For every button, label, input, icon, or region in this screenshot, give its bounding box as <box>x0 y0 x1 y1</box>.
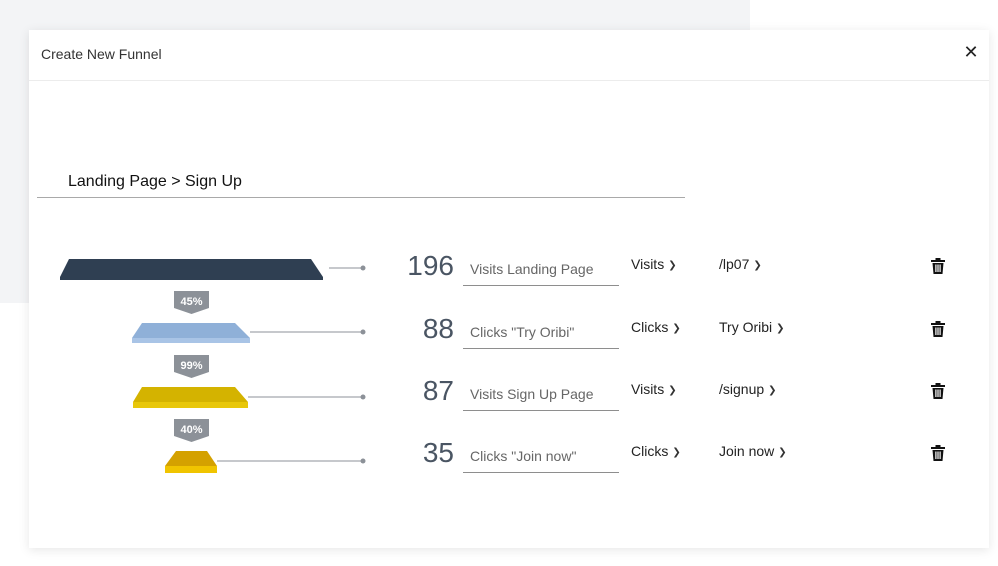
target-dropdown[interactable]: Join now ❯ <box>719 443 787 459</box>
metric-dropdown-label: Clicks <box>631 443 669 459</box>
chevron-down-icon: ❯ <box>753 260 762 271</box>
chevron-down-icon: ❯ <box>672 323 681 334</box>
target-dropdown[interactable]: Try Oribi ❯ <box>719 319 785 335</box>
target-dropdown-label: /signup <box>719 381 765 397</box>
chevron-down-icon: ❯ <box>672 447 681 458</box>
funnel-step-row: 88 Clicks❯ Try Oribi❯ <box>29 307 989 357</box>
chevron-down-icon: ❯ <box>778 447 787 458</box>
chevron-down-icon: ❯ <box>776 323 785 334</box>
step-label-input[interactable] <box>463 252 619 286</box>
metric-dropdown[interactable]: Clicks ❯ <box>631 319 681 335</box>
step-label-input[interactable] <box>463 315 619 349</box>
metric-dropdown[interactable]: Clicks ❯ <box>631 443 681 459</box>
chevron-down-icon: ❯ <box>668 385 677 396</box>
step-count: 35 <box>422 437 454 468</box>
target-dropdown-label: Try Oribi <box>719 319 773 335</box>
target-dropdown-label: /lp07 <box>719 256 750 272</box>
metric-dropdown[interactable]: Visits ❯ <box>631 381 677 397</box>
step-count: 88 <box>422 313 454 344</box>
target-dropdown[interactable]: /lp07 ❯ <box>719 256 762 272</box>
trash-icon[interactable] <box>931 258 945 274</box>
step-count: 196 <box>407 250 454 281</box>
metric-dropdown-label: Visits <box>631 381 665 397</box>
metric-dropdown-label: Clicks <box>631 319 669 335</box>
funnel-step-row: 87 Visits❯ /signup❯ <box>29 369 989 419</box>
step-label-input[interactable] <box>463 377 619 411</box>
chevron-down-icon: ❯ <box>668 260 677 271</box>
chevron-down-icon: ❯ <box>768 385 777 396</box>
trash-icon[interactable] <box>931 321 945 337</box>
metric-dropdown[interactable]: Visits ❯ <box>631 256 677 272</box>
funnel-step-row: 35 Clicks❯ Join now❯ <box>29 431 989 481</box>
step-count: 87 <box>422 375 454 406</box>
metric-dropdown-label: Visits <box>631 256 665 272</box>
trash-icon[interactable] <box>931 445 945 461</box>
target-dropdown[interactable]: /signup ❯ <box>719 381 777 397</box>
create-funnel-modal: Create New Funnel ✕ 45% 99% 40% <box>29 30 989 548</box>
target-dropdown-label: Join now <box>719 443 775 459</box>
step-label-input[interactable] <box>463 439 619 473</box>
funnel-step-row: 196 Visits❯ /lp07❯ <box>29 244 989 294</box>
trash-icon[interactable] <box>931 383 945 399</box>
